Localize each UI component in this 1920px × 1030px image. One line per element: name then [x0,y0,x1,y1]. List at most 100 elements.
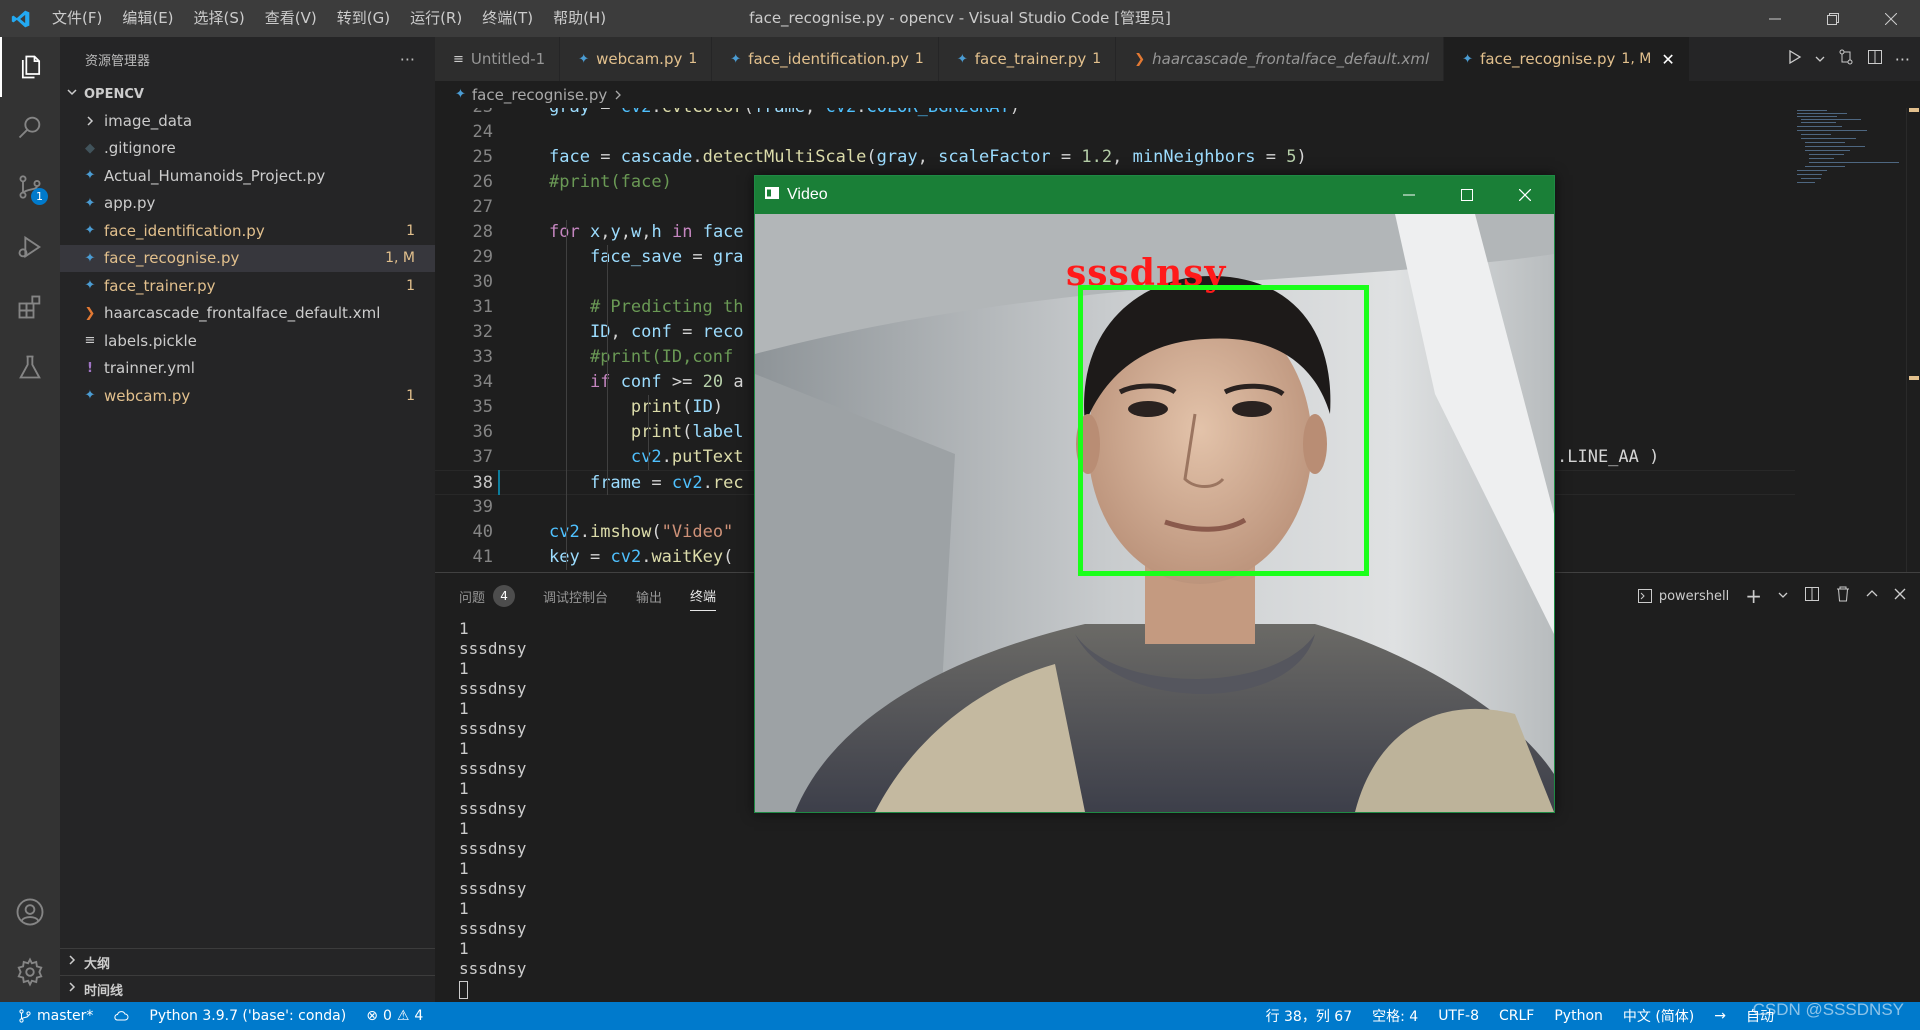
menu-help[interactable]: 帮助(H) [543,0,616,37]
terminal-line: sssdnsy [459,679,527,698]
watermark: CSDN @SSSDNSY [1752,1000,1904,1019]
tree-item-trainner-yml[interactable]: ! trainner.yml [60,355,435,383]
more-actions-icon[interactable]: ··· [400,50,415,69]
terminal-line: sssdnsy [459,639,527,658]
split-terminal-icon[interactable] [1804,586,1820,606]
menu-view[interactable]: 查看(V) [255,0,327,37]
vscode-logo-icon[interactable] [0,0,42,37]
tab-face-recognise[interactable]: ✦ face_recognise.py 1, M ✕ [1444,37,1690,81]
problems-count-badge: 4 [493,585,516,607]
account-icon[interactable] [0,882,60,942]
menu-selection[interactable]: 选择(S) [184,0,255,37]
cursor-position-status[interactable]: 行 38，列 67 [1256,1006,1363,1026]
code-line: 24 [472,122,493,142]
menu-terminal[interactable]: 终端(T) [472,0,543,37]
restore-button[interactable] [1804,0,1862,37]
minimize-button[interactable] [1746,0,1804,37]
terminal-output[interactable]: 1 sssdnsy 1 sssdnsy 1 sssdnsy 1 sssdnsy … [459,619,526,999]
status-bar: master* Python 3.9.7 ('base': conda) ⊗ 0… [0,1002,1920,1030]
arrow-right-icon[interactable]: → [1704,1008,1736,1024]
python-interpreter-status[interactable]: Python 3.9.7 ('base': conda) [139,1008,356,1024]
tab-problems[interactable]: 问题 4 [459,581,516,611]
tree-item-face-trainer[interactable]: ✦ face_trainer.py 1 [60,272,435,300]
breadcrumb-file[interactable]: face_recognise.py [472,86,607,104]
run-python-icon[interactable] [1787,49,1803,69]
tab-label: face_identification.py [748,50,909,68]
problems-status[interactable]: ⊗ 0 ⚠ 4 [356,1008,433,1024]
tree-item-label: face_trainer.py [104,276,216,295]
chevron-right-icon [66,981,78,997]
tab-face-trainer[interactable]: ✦ face_trainer.py 1 [938,37,1117,81]
tab-output[interactable]: 输出 [636,581,662,611]
tab-face-identification[interactable]: ✦ face_identification.py 1 [712,37,939,81]
tab-webcam[interactable]: ✦ webcam.py 1 [560,37,713,81]
extensions-icon[interactable] [0,277,60,337]
menu-edit[interactable]: 编辑(E) [112,0,183,37]
video-window[interactable]: Video sssdnsy [754,175,1555,813]
tab-untitled-1[interactable]: ≡ Untitled-1 [435,37,561,81]
split-editor-icon[interactable] [1867,49,1883,69]
locale-status[interactable]: 中文 (简体) [1613,1006,1704,1026]
close-window-button[interactable] [1862,0,1920,37]
timeline-section-header[interactable]: 时间线 [60,975,435,1002]
tree-item-label: image_data [104,111,193,130]
video-minimize-button[interactable] [1380,176,1438,214]
tree-item-image-data[interactable]: image_data [60,107,435,135]
maximize-panel-chevron-up-icon[interactable] [1866,588,1878,604]
eol-status[interactable]: CRLF [1489,1008,1544,1024]
python-file-icon: ✦ [84,195,96,211]
settings-gear-icon[interactable] [0,942,60,1002]
git-branch-status[interactable]: master* [0,1008,103,1024]
testing-icon[interactable] [0,337,60,397]
folder-header[interactable]: OPENCV [60,81,435,107]
tree-item-actual-humanoids[interactable]: ✦ Actual_Humanoids_Project.py [60,162,435,190]
terminal-shell-selector[interactable]: powershell [1637,588,1729,604]
language-mode-status[interactable]: Python [1544,1008,1613,1024]
tree-item-haarcascade[interactable]: ❯ haarcascade_frontalface_default.xml [60,300,435,328]
indentation-status[interactable]: 空格: 4 [1362,1006,1428,1026]
tab-label: haarcascade_frontalface_default.xml [1152,50,1430,68]
chevron-down-icon [66,86,78,102]
outline-section-header[interactable]: 大纲 [60,948,435,975]
tree-item-webcam[interactable]: ✦ webcam.py 1 [60,382,435,410]
tree-item-app[interactable]: ✦ app.py [60,190,435,218]
menu-bar: 文件(F) 编辑(E) 选择(S) 查看(V) 转到(G) 运行(R) 终端(T… [42,0,616,37]
new-terminal-plus-icon[interactable]: + [1745,584,1762,608]
tree-item-gitignore[interactable]: ◆ .gitignore [60,135,435,163]
sync-status[interactable] [103,1009,139,1023]
menu-go[interactable]: 转到(G) [327,0,400,37]
tab-debug-console[interactable]: 调试控制台 [543,581,608,611]
tree-item-label: haarcascade_frontalface_default.xml [104,304,381,323]
window-app-icon [765,186,779,204]
tree-item-labels-pickle[interactable]: ≡ labels.pickle [60,327,435,355]
tab-label: webcam.py [596,50,683,68]
minimap[interactable] [1787,108,1907,572]
source-control-badge: 1 [31,188,48,205]
tab-close-icon[interactable]: ✕ [1661,50,1674,69]
run-dropdown-chevron-icon[interactable] [1815,50,1825,68]
tree-item-face-identification[interactable]: ✦ face_identification.py 1 [60,217,435,245]
video-close-button[interactable] [1496,176,1554,214]
tab-label: face_trainer.py [974,50,1087,68]
menu-run[interactable]: 运行(R) [400,0,472,37]
chevron-right-icon [613,86,623,104]
tab-terminal[interactable]: 终端 [690,581,717,611]
tab-haarcascade[interactable]: ❯ haarcascade_frontalface_default.xml [1116,37,1445,81]
close-panel-icon[interactable] [1894,588,1906,604]
menu-file[interactable]: 文件(F) [42,0,112,37]
tab-badge: 1 [1092,51,1102,67]
terminal-dropdown-chevron-icon[interactable] [1778,589,1788,604]
trash-icon[interactable] [1836,586,1850,606]
video-maximize-button[interactable] [1438,176,1496,214]
editor-scrollbar[interactable] [1906,108,1920,572]
open-changes-icon[interactable] [1837,48,1855,70]
more-actions-icon[interactable]: ··· [1895,50,1910,69]
source-control-icon[interactable]: 1 [0,157,60,217]
encoding-status[interactable]: UTF-8 [1428,1008,1489,1024]
tab-badge: 1 [914,51,924,67]
explorer-icon[interactable] [0,37,60,97]
search-icon[interactable] [0,97,60,157]
run-debug-icon[interactable] [0,217,60,277]
tree-item-face-recognise[interactable]: ✦ face_recognise.py 1, M [60,244,435,272]
tree-item-label: webcam.py [104,386,191,405]
